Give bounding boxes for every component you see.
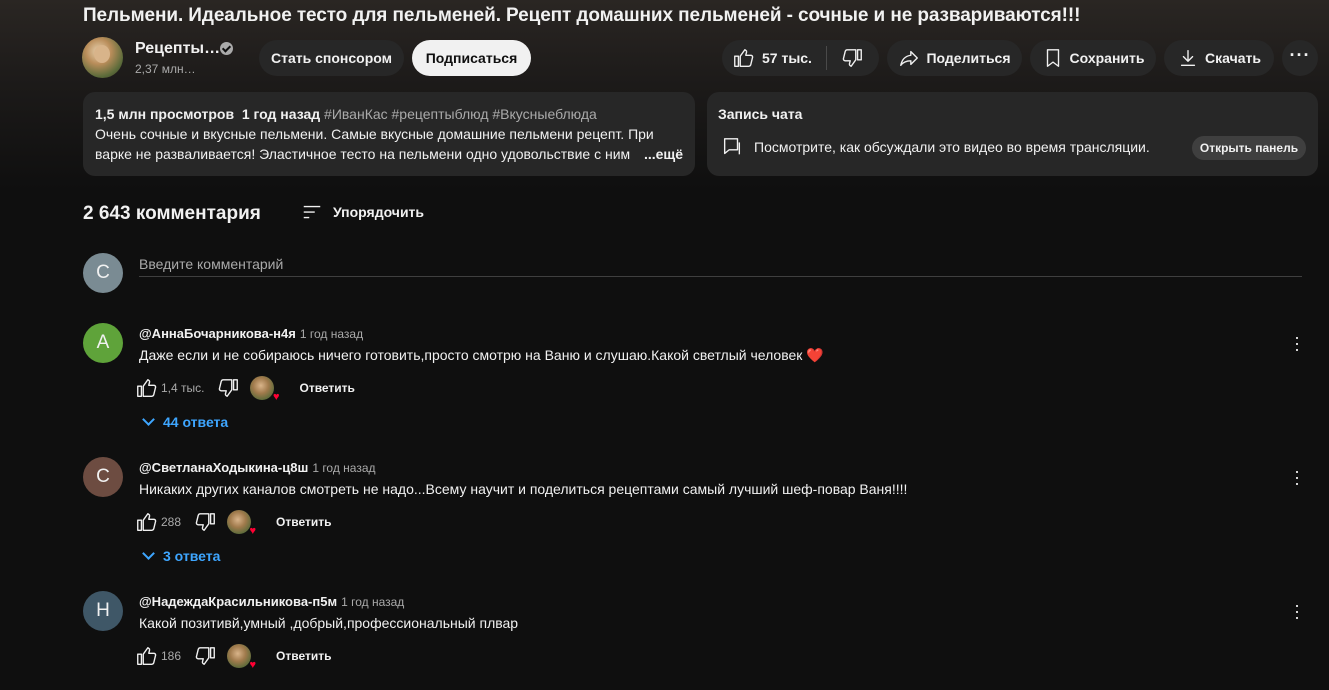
description-text: Очень сочные и вкусные пельмени. Самые в… xyxy=(95,124,683,164)
more-vertical-icon: ··· xyxy=(1288,335,1308,353)
comment-avatar[interactable]: Н xyxy=(83,591,123,631)
comment-author[interactable]: @СветланаХодыкина-ц8ш xyxy=(139,460,308,475)
channel-avatar[interactable] xyxy=(82,37,123,78)
comment-actions: 288 ♥ Ответить xyxy=(135,508,331,537)
download-icon xyxy=(1177,47,1199,69)
description-meta: 1,5 млн просмотров 1 год назад #ИванКас … xyxy=(95,104,683,124)
subscribe-button[interactable]: Подписаться xyxy=(412,40,531,76)
creator-heart-avatar: ♥ xyxy=(250,376,279,403)
verified-badge-icon xyxy=(220,42,233,55)
views-and-date: 1,5 млн просмотров 1 год назад xyxy=(95,106,321,122)
download-button[interactable]: Скачать xyxy=(1164,40,1274,76)
sort-label: Упорядочить xyxy=(333,204,425,220)
channel-name[interactable]: Рецепты… xyxy=(135,40,220,58)
more-vertical-icon: ··· xyxy=(1288,469,1308,487)
thumbs-up-icon xyxy=(732,47,754,69)
comment-author[interactable]: @АннаБочарникова-н4я xyxy=(139,326,296,341)
comment-like-count: 288 xyxy=(161,515,182,529)
comment-time[interactable]: 1 год назад xyxy=(312,461,375,475)
subscriber-count: 2,37 млн… xyxy=(135,62,196,76)
user-avatar: С xyxy=(83,253,123,293)
comment-author-line: @АннаБочарникова-н4я 1 год назад xyxy=(139,326,363,341)
bookmark-icon xyxy=(1042,47,1064,69)
sponsor-button[interactable]: Стать спонсором xyxy=(259,40,404,76)
comment-avatar[interactable]: С xyxy=(83,457,123,497)
thumbs-down-icon xyxy=(842,47,864,69)
comment-like-count: 1,4 тыс. xyxy=(161,381,205,395)
save-label: Сохранить xyxy=(1069,50,1145,66)
more-horizontal-icon: ··· xyxy=(1289,45,1311,65)
comment-like-count: 186 xyxy=(161,649,182,663)
chevron-down-icon xyxy=(142,413,155,426)
comment-like-icon[interactable] xyxy=(135,511,157,533)
share-label: Поделиться xyxy=(926,50,1011,66)
more-actions-button[interactable]: ··· xyxy=(1282,40,1318,76)
description-body: Очень сочные и вкусные пельмени. Самые в… xyxy=(95,126,654,162)
comment-actions: 186 ♥ Ответить xyxy=(135,642,331,671)
chat-replay-text: Посмотрите, как обсуждали это видео во в… xyxy=(754,139,1150,155)
sort-icon xyxy=(301,201,323,223)
comment-actions: 1,4 тыс. ♥ Ответить xyxy=(135,374,355,403)
video-title: Пельмени. Идеальное тесто для пельменей.… xyxy=(83,5,1081,26)
comment-like-icon[interactable] xyxy=(135,645,157,667)
heart-icon: ♥ xyxy=(272,391,280,403)
chat-replay-box: Запись чата Посмотрите, как обсуждали эт… xyxy=(707,92,1318,176)
comment-author-line: @НадеждаКрасильникова-п5м 1 год назад xyxy=(139,594,404,609)
reply-button[interactable]: Ответить xyxy=(299,381,354,395)
chat-icon xyxy=(721,136,743,158)
more-vertical-icon: ··· xyxy=(1288,603,1308,621)
avatar-letter: А xyxy=(96,332,110,353)
comment-text: Какой позитивй,умный ,добрый,профессиона… xyxy=(139,615,519,631)
comment-time[interactable]: 1 год назад xyxy=(300,327,363,341)
like-button[interactable]: 57 тыс. xyxy=(722,40,826,76)
share-button[interactable]: Поделиться xyxy=(887,40,1022,76)
creator-heart-avatar: ♥ xyxy=(227,510,256,537)
like-dislike-group: 57 тыс. xyxy=(722,40,879,76)
open-panel-button[interactable]: Открыть панель xyxy=(1192,136,1306,160)
reply-button[interactable]: Ответить xyxy=(276,515,331,529)
hashtags[interactable]: #ИванКас #рецептыблюд #Вкусныеблюда xyxy=(324,106,597,122)
comment-body: Даже если и не собираюсь ничего готовить… xyxy=(139,347,803,363)
creator-heart-avatar: ♥ xyxy=(227,644,256,671)
avatar-letter: Н xyxy=(96,600,110,621)
comment-text: Никаких других каналов смотреть не надо.… xyxy=(139,481,908,497)
chevron-down-icon xyxy=(142,547,155,560)
comment-like-icon[interactable] xyxy=(135,377,157,399)
comment-dislike-icon[interactable] xyxy=(195,645,217,667)
comment-author[interactable]: @НадеждаКрасильникова-п5м xyxy=(139,594,337,609)
dislike-button[interactable] xyxy=(827,40,879,76)
download-label: Скачать xyxy=(1205,50,1261,66)
sort-button[interactable]: Упорядочить xyxy=(301,201,424,223)
save-button[interactable]: Сохранить xyxy=(1030,40,1156,76)
comment-text: Даже если и не собираюсь ничего готовить… xyxy=(139,347,824,364)
heart-icon: ♥ xyxy=(249,525,257,537)
description-box[interactable]: 1,5 млн просмотров 1 год назад #ИванКас … xyxy=(83,92,695,176)
replies-toggle[interactable]: 3 ответа xyxy=(142,547,221,564)
comment-author-line: @СветланаХодыкина-ц8ш 1 год назад xyxy=(139,460,376,475)
comment-input[interactable] xyxy=(139,252,1302,277)
comments-count: 2 643 комментария xyxy=(83,203,261,224)
comment-menu-button[interactable]: ··· xyxy=(1286,466,1310,490)
chat-replay-title: Запись чата xyxy=(718,106,803,122)
show-more-link[interactable]: ...ещё xyxy=(639,144,683,164)
replies-count: 44 ответа xyxy=(163,414,229,430)
comment-dislike-icon[interactable] xyxy=(218,377,240,399)
replies-count: 3 ответа xyxy=(163,548,221,564)
replies-toggle[interactable]: 44 ответа xyxy=(142,413,229,430)
heart-icon: ♥ xyxy=(249,659,257,671)
share-arrow-icon xyxy=(898,47,920,69)
like-count: 57 тыс. xyxy=(762,50,812,66)
comment-menu-button[interactable]: ··· xyxy=(1286,332,1310,356)
comment-avatar[interactable]: А xyxy=(83,323,123,363)
heart-emoji: ❤️ xyxy=(806,347,824,363)
avatar-letter: С xyxy=(96,466,110,487)
comment-menu-button[interactable]: ··· xyxy=(1286,600,1310,624)
reply-button[interactable]: Ответить xyxy=(276,649,331,663)
comment-dislike-icon[interactable] xyxy=(195,511,217,533)
comment-time[interactable]: 1 год назад xyxy=(341,595,404,609)
